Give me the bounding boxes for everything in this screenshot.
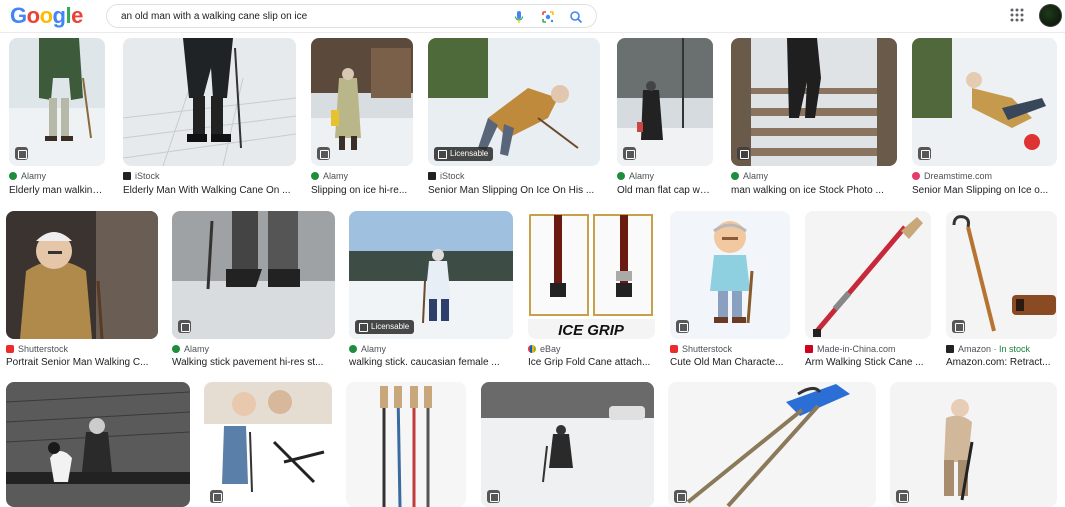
- result-thumbnail[interactable]: [311, 38, 413, 166]
- result-thumbnail[interactable]: [912, 38, 1057, 166]
- result-source: Amazon · In stock: [946, 344, 1030, 355]
- google-logo[interactable]: Google: [10, 3, 83, 29]
- result-source: Alamy: [617, 171, 654, 182]
- result-thumbnail[interactable]: [6, 211, 158, 339]
- result-source: Shutterstock: [6, 344, 68, 355]
- tag-icon: [952, 320, 965, 333]
- result-thumbnail[interactable]: [9, 38, 105, 166]
- result-source: Dreamstime.com: [912, 171, 992, 182]
- ice-grip-text: ICE GRIP: [558, 322, 625, 339]
- result-thumbnail[interactable]: [731, 38, 897, 166]
- licensable-badge: Licensable: [434, 147, 494, 161]
- apps-grid-icon[interactable]: [1010, 8, 1024, 22]
- result-thumbnail[interactable]: [670, 211, 790, 339]
- result-source: eBay: [528, 344, 561, 355]
- result-source: iStock: [428, 171, 465, 182]
- source-favicon: [172, 345, 180, 353]
- header: Google: [0, 0, 1065, 33]
- source-favicon: [9, 172, 17, 180]
- image-icon: [487, 490, 500, 503]
- image-icon: [178, 320, 191, 333]
- image-icon: [674, 490, 687, 503]
- result-thumbnail[interactable]: [123, 38, 296, 166]
- search-box: [106, 4, 597, 28]
- result-title[interactable]: Senior Man Slipping on Ice o...: [912, 184, 1057, 197]
- licensable-badge: Licensable: [355, 320, 415, 334]
- result-title[interactable]: man walking on ice Stock Photo ...: [731, 184, 897, 197]
- lens-camera-icon[interactable]: [540, 9, 556, 25]
- image-icon: [15, 147, 28, 160]
- result-thumbnail[interactable]: [204, 382, 332, 507]
- image-icon: [623, 147, 636, 160]
- microphone-icon[interactable]: [511, 9, 527, 25]
- result-thumbnail[interactable]: [6, 382, 190, 507]
- source-favicon: [617, 172, 625, 180]
- result-thumbnail[interactable]: [890, 382, 1057, 507]
- result-title[interactable]: Arm Walking Stick Cane ...: [805, 356, 931, 369]
- image-icon: [918, 147, 931, 160]
- result-title[interactable]: Senior Man Slipping On Ice On His ...: [428, 184, 600, 197]
- image-icon: [317, 147, 330, 160]
- result-thumbnail[interactable]: [617, 38, 713, 166]
- result-title[interactable]: walking stick. caucasian female ...: [349, 356, 513, 369]
- in-stock-label: · In stock: [991, 344, 1031, 354]
- result-source: Alamy: [172, 344, 209, 355]
- source-favicon: [670, 345, 678, 353]
- search-input[interactable]: [121, 8, 501, 24]
- result-thumbnail[interactable]: [946, 211, 1057, 339]
- result-title[interactable]: Old man flat cap wa...: [617, 184, 713, 197]
- image-icon: [896, 490, 909, 503]
- source-favicon: [528, 345, 536, 353]
- result-source: Shutterstock: [670, 344, 732, 355]
- result-thumbnail[interactable]: ICE GRIP: [528, 211, 655, 339]
- result-source: Alamy: [349, 344, 386, 355]
- source-favicon: [6, 345, 14, 353]
- result-title[interactable]: Walking stick pavement hi-res st...: [172, 356, 335, 369]
- source-favicon: [946, 345, 954, 353]
- result-thumbnail[interactable]: [668, 382, 876, 507]
- result-source: iStock: [123, 171, 160, 182]
- source-favicon: [311, 172, 319, 180]
- result-title[interactable]: Portrait Senior Man Walking C...: [6, 356, 158, 369]
- result-thumbnail[interactable]: Licensable: [349, 211, 513, 339]
- source-favicon: [428, 172, 436, 180]
- result-thumbnail[interactable]: [481, 382, 654, 507]
- result-thumbnail[interactable]: [346, 382, 466, 507]
- result-title[interactable]: Ice Grip Fold Cane attach...: [528, 356, 655, 369]
- result-source: Alamy: [9, 171, 46, 182]
- result-title[interactable]: Elderly Man With Walking Cane On ...: [123, 184, 296, 197]
- result-thumbnail[interactable]: [172, 211, 335, 339]
- source-favicon: [731, 172, 739, 180]
- source-favicon: [123, 172, 131, 180]
- result-source: Alamy: [731, 171, 768, 182]
- image-icon: [676, 320, 689, 333]
- search-icon[interactable]: [568, 9, 584, 25]
- result-thumbnail[interactable]: Licensable: [428, 38, 600, 166]
- result-source: Made-in-China.com: [805, 344, 896, 355]
- source-favicon: [349, 345, 357, 353]
- result-title[interactable]: Cute Old Man Characte...: [670, 356, 790, 369]
- result-thumbnail[interactable]: [805, 211, 931, 339]
- result-title[interactable]: Amazon.com: Retract...: [946, 356, 1057, 369]
- result-title[interactable]: Elderly man walking...: [9, 184, 105, 197]
- tag-icon: [210, 490, 223, 503]
- account-avatar[interactable]: [1039, 4, 1062, 27]
- source-favicon: [805, 345, 813, 353]
- image-icon: [737, 147, 750, 160]
- result-source: Alamy: [311, 171, 348, 182]
- source-favicon: [912, 172, 920, 180]
- result-title[interactable]: Slipping on ice hi-re...: [311, 184, 413, 197]
